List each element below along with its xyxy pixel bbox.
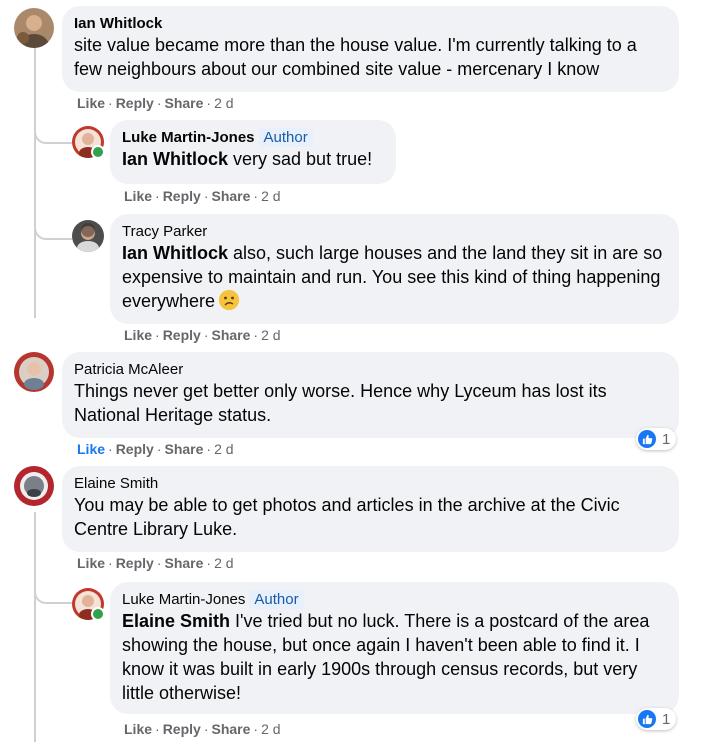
like-button[interactable]: Like bbox=[77, 441, 105, 457]
avatar[interactable] bbox=[14, 352, 54, 392]
mention-link[interactable]: Ian Whitlock bbox=[122, 243, 228, 263]
separator: · bbox=[156, 441, 162, 457]
author-badge: Author bbox=[249, 590, 304, 609]
comment-body: very sad but true! bbox=[228, 149, 373, 169]
comment-text: Things never get better only worse. Henc… bbox=[74, 381, 607, 425]
separator: · bbox=[108, 441, 113, 457]
separator: · bbox=[203, 327, 209, 343]
comment-bubble: Luke Martin-Jones Author Elaine Smith I'v… bbox=[110, 582, 679, 714]
online-indicator bbox=[91, 145, 105, 159]
timestamp[interactable]: 2 d bbox=[214, 555, 233, 571]
share-button[interactable]: Share bbox=[211, 327, 250, 343]
avatar[interactable] bbox=[72, 220, 104, 252]
timestamp[interactable]: 2 d bbox=[214, 441, 233, 457]
comment-bubble: Luke Martin-Jones Author Ian Whitlock ver… bbox=[110, 120, 396, 184]
confused-face-icon bbox=[219, 290, 240, 310]
comment-author[interactable]: Ian Whitlock bbox=[74, 14, 667, 33]
comment-bubble: Tracy Parker Ian Whitlock also, such lar… bbox=[110, 214, 679, 324]
reaction-count[interactable]: 1 bbox=[636, 708, 677, 730]
thread-connector bbox=[34, 578, 72, 604]
separator: · bbox=[206, 95, 212, 111]
separator: · bbox=[203, 721, 209, 737]
comment-text: Ian Whitlock very sad but true! bbox=[122, 147, 384, 171]
thread-connector bbox=[34, 118, 72, 144]
thread-line bbox=[34, 48, 36, 318]
separator: · bbox=[156, 95, 162, 111]
timestamp[interactable]: 2 d bbox=[261, 188, 280, 204]
timestamp[interactable]: 2 d bbox=[261, 721, 280, 737]
share-button[interactable]: Share bbox=[211, 721, 250, 737]
comment-author[interactable]: Luke Martin-Jones bbox=[122, 129, 255, 146]
reply-button[interactable]: Reply bbox=[116, 441, 154, 457]
separator: · bbox=[155, 327, 160, 343]
avatar[interactable] bbox=[14, 8, 54, 48]
reaction-count-label: 1 bbox=[662, 710, 671, 728]
timestamp[interactable]: 2 d bbox=[261, 327, 280, 343]
separator: · bbox=[108, 555, 113, 571]
mention-link[interactable]: Ian Whitlock bbox=[122, 149, 228, 169]
comment-actions: Like · Reply · Share · 2 d bbox=[77, 441, 234, 457]
separator: · bbox=[253, 721, 259, 737]
comment-author[interactable]: Patricia McAleer bbox=[74, 360, 667, 379]
comment-actions: Like · Reply · Share · 2 d bbox=[77, 555, 234, 571]
comment-text: Elaine Smith I've tried but no luck. The… bbox=[122, 609, 667, 705]
share-button[interactable]: Share bbox=[211, 188, 250, 204]
separator: · bbox=[203, 188, 209, 204]
comment-actions: Like · Reply · Share · 2 d bbox=[124, 721, 281, 737]
like-button[interactable]: Like bbox=[124, 327, 152, 343]
thread-line bbox=[34, 512, 36, 742]
comment-author[interactable]: Elaine Smith bbox=[74, 474, 667, 493]
reply-button[interactable]: Reply bbox=[116, 95, 154, 111]
reply-button[interactable]: Reply bbox=[163, 188, 201, 204]
like-button[interactable]: Like bbox=[124, 188, 152, 204]
reply-button[interactable]: Reply bbox=[163, 327, 201, 343]
like-button[interactable]: Like bbox=[77, 555, 105, 571]
comment-text: Ian Whitlock also, such large houses and… bbox=[122, 241, 667, 313]
comment-author[interactable]: Tracy Parker bbox=[122, 222, 667, 241]
separator: · bbox=[253, 327, 259, 343]
like-button[interactable]: Like bbox=[124, 721, 152, 737]
thread-connector bbox=[34, 200, 72, 240]
comment-text: You may be able to get photos and articl… bbox=[74, 495, 620, 539]
comment-actions: Like · Reply · Share · 2 d bbox=[124, 327, 281, 343]
separator: · bbox=[156, 555, 162, 571]
reply-button[interactable]: Reply bbox=[163, 721, 201, 737]
share-button[interactable]: Share bbox=[164, 555, 203, 571]
avatar[interactable] bbox=[14, 466, 54, 506]
timestamp[interactable]: 2 d bbox=[214, 95, 233, 111]
comment-author[interactable]: Luke Martin-Jones bbox=[122, 591, 245, 608]
comment-bubble: Patricia McAleer Things never get better… bbox=[62, 352, 679, 438]
comment-author-row: Luke Martin-Jones Author bbox=[122, 128, 384, 147]
separator: · bbox=[206, 441, 212, 457]
separator: · bbox=[253, 188, 259, 204]
separator: · bbox=[155, 721, 160, 737]
mention-link[interactable]: Elaine Smith bbox=[122, 611, 230, 631]
author-badge: Author bbox=[258, 128, 313, 147]
separator: · bbox=[108, 95, 113, 111]
comment-text: site value became more than the house va… bbox=[74, 35, 637, 79]
comment-actions: Like · Reply · Share · 2 d bbox=[124, 188, 281, 204]
like-reaction-icon bbox=[638, 710, 656, 728]
share-button[interactable]: Share bbox=[164, 441, 203, 457]
comment-bubble: Ian Whitlock site value became more than… bbox=[62, 6, 679, 92]
comment-actions: Like · Reply · Share · 2 d bbox=[77, 95, 234, 111]
comment-bubble: Elaine Smith You may be able to get phot… bbox=[62, 466, 679, 552]
separator: · bbox=[155, 188, 160, 204]
separator: · bbox=[206, 555, 212, 571]
comment-author-row: Luke Martin-Jones Author bbox=[122, 590, 667, 609]
reply-button[interactable]: Reply bbox=[116, 555, 154, 571]
reaction-count[interactable]: 1 bbox=[636, 428, 677, 450]
online-indicator bbox=[91, 607, 105, 621]
like-button[interactable]: Like bbox=[77, 95, 105, 111]
share-button[interactable]: Share bbox=[164, 95, 203, 111]
reaction-count-label: 1 bbox=[662, 430, 671, 448]
like-reaction-icon bbox=[638, 430, 656, 448]
